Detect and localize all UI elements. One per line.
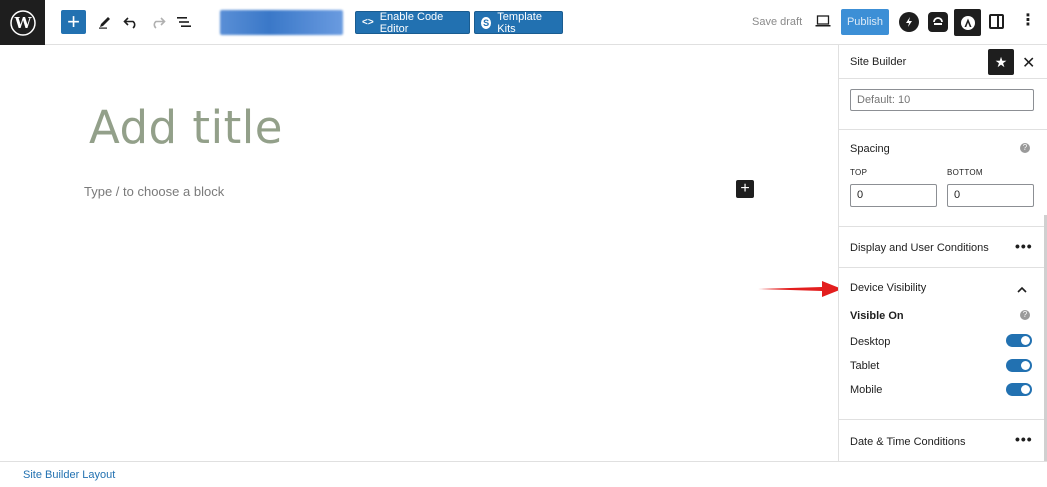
tablet-label: Tablet [850, 360, 880, 372]
kit-plugin-icon[interactable] [928, 12, 948, 32]
options-menu-button[interactable]: ⋮ [1020, 13, 1036, 29]
mobile-label: Mobile [850, 384, 883, 396]
close-icon[interactable]: ✕ [1022, 53, 1035, 73]
astra-icon[interactable] [954, 9, 981, 36]
star-icon[interactable]: ★ [988, 49, 1014, 75]
code-icon: <> [362, 17, 374, 28]
spacing-top-input[interactable]: 0 [850, 184, 937, 207]
desktop-label: Desktop [850, 336, 891, 348]
add-block-button[interactable]: + [61, 10, 86, 34]
svg-text:W: W [13, 14, 32, 32]
divider [839, 226, 1047, 227]
red-arrow-annotation [758, 281, 842, 297]
top-toolbar: W + <> Enable Code Editor S Template Kit… [0, 0, 1047, 45]
document-title-bar[interactable] [220, 10, 343, 35]
template-kits-button[interactable]: S Template Kits [474, 10, 563, 35]
pencil-icon[interactable] [93, 10, 117, 34]
spacing-bottom-label: BOTTOM [947, 168, 983, 177]
save-draft-button[interactable]: Save draft [752, 16, 802, 28]
chevron-up-icon[interactable] [1017, 285, 1027, 297]
breadcrumb[interactable]: Site Builder Layout [23, 469, 115, 481]
sidebar-title: Site Builder [850, 56, 907, 68]
template-kits-icon: S [481, 16, 492, 29]
spacing-label: Spacing [850, 143, 890, 155]
settings-sidebar: Site Builder ★ ✕ Default: 10 Spacing ? T… [838, 45, 1047, 461]
more-options-icon[interactable]: ••• [1015, 432, 1033, 446]
redo-icon[interactable] [146, 10, 170, 34]
editor-canvas: Add title Type / to choose a block + [0, 45, 838, 461]
divider [839, 267, 1047, 268]
laptop-icon[interactable] [815, 14, 831, 33]
device-visibility-label[interactable]: Device Visibility [850, 282, 926, 294]
template-kits-label: Template Kits [497, 10, 542, 35]
enable-code-editor-button[interactable]: <> Enable Code Editor [355, 10, 470, 35]
post-title-input[interactable]: Add title [89, 101, 283, 154]
spacing-top-label: TOP [850, 168, 868, 177]
block-appender-placeholder[interactable]: Type / to choose a block [84, 184, 224, 199]
enable-code-editor-label: Enable Code Editor [379, 10, 444, 35]
wordpress-icon[interactable]: W [0, 0, 45, 45]
sidebar-header: Site Builder ★ ✕ [839, 45, 1047, 79]
help-icon[interactable]: ? [1020, 143, 1030, 153]
lightning-icon[interactable] [899, 12, 919, 32]
visible-on-label: Visible On [850, 310, 904, 322]
undo-icon[interactable] [119, 10, 143, 34]
editor-footer: Site Builder Layout [0, 461, 1047, 487]
display-conditions-label[interactable]: Display and User Conditions [850, 242, 989, 254]
date-time-conditions-label[interactable]: Date & Time Conditions [850, 436, 966, 448]
publish-button[interactable]: Publish [841, 9, 889, 35]
inline-add-block-button[interactable]: + [736, 180, 754, 198]
list-view-icon[interactable] [172, 10, 196, 34]
spacing-bottom-input[interactable]: 0 [947, 184, 1034, 207]
divider [839, 419, 1047, 420]
divider [839, 129, 1047, 130]
more-options-icon[interactable]: ••• [1015, 239, 1033, 253]
desktop-toggle[interactable] [1006, 334, 1032, 347]
tablet-toggle[interactable] [1006, 359, 1032, 372]
sidebar-icon[interactable] [989, 14, 1004, 29]
mobile-toggle[interactable] [1006, 383, 1032, 396]
default-value-input[interactable]: Default: 10 [850, 89, 1034, 111]
help-icon[interactable]: ? [1020, 310, 1030, 320]
